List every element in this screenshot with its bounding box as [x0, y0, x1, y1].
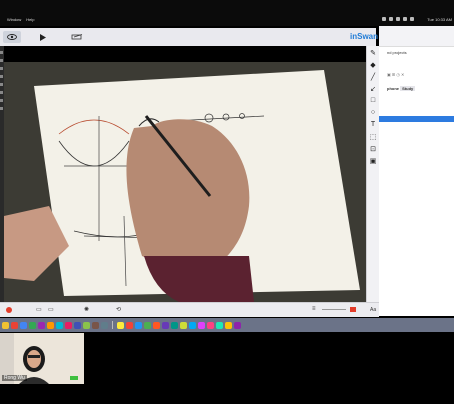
eye-icon[interactable]	[3, 31, 21, 43]
dock-app-icon[interactable]	[153, 321, 160, 329]
dock-app-icon[interactable]	[101, 321, 108, 329]
strip-icon[interactable]	[0, 91, 3, 94]
stamp-icon[interactable]: ⊡	[369, 144, 378, 153]
strip-icon[interactable]	[0, 67, 3, 70]
drawing-tools-palette: ✎ ◆ ╱ ↙ □ ○ T ⬚ ⊡ ▣	[366, 46, 379, 302]
select-icon[interactable]: ⬚	[369, 132, 378, 141]
strip-icon[interactable]	[0, 83, 3, 86]
arrow-icon[interactable]: ↙	[369, 84, 378, 93]
color-swatch[interactable]	[350, 307, 356, 312]
dock-app-icon[interactable]	[38, 321, 45, 329]
brand-logo: inSwan	[350, 32, 379, 41]
side-item-tag: Study	[400, 86, 416, 91]
strip-icon[interactable]	[0, 51, 3, 54]
status-icon[interactable]	[396, 17, 400, 21]
dock-app-icon[interactable]	[47, 321, 54, 329]
side-item-label: phone	[387, 86, 399, 91]
strip-icon[interactable]	[0, 59, 3, 62]
menubar-clock[interactable]: Tue 10:33 AM	[427, 17, 452, 22]
dock-app-icon[interactable]	[65, 321, 72, 329]
system-menubar: Window Help Tue 10:33 AM	[0, 0, 454, 26]
dock-app-icon[interactable]	[20, 321, 27, 329]
record-icon[interactable]	[6, 307, 12, 313]
status-icon[interactable]	[389, 17, 393, 21]
text-size-label[interactable]: Aa	[370, 307, 376, 313]
selection-bar	[379, 116, 454, 122]
rectangle-icon[interactable]: □	[369, 96, 378, 105]
menubar-menu-list: Window Help	[2, 17, 34, 22]
dock-app-icon[interactable]	[162, 321, 169, 329]
participant-name: Rong Wu	[2, 375, 27, 381]
dock-app-icon[interactable]	[144, 321, 151, 329]
dock-app-icon[interactable]	[216, 321, 223, 329]
signal-icon	[70, 376, 78, 380]
pen-icon[interactable]: ✎	[369, 48, 378, 57]
menubar-item-help[interactable]: Help	[26, 17, 34, 22]
status-icon[interactable]	[403, 17, 407, 21]
dock-separator	[112, 321, 113, 329]
dock-app-icon[interactable]	[29, 321, 36, 329]
dock-app-icon[interactable]	[117, 321, 124, 329]
side-window-heading: nd projects	[387, 50, 407, 55]
side-window-toolbar: ▣ ⊞ ◷ ✕	[387, 72, 405, 77]
dock-app-icon[interactable]	[92, 321, 99, 329]
text-icon[interactable]: T	[369, 120, 378, 129]
app-dock	[0, 318, 454, 332]
strip-icon[interactable]	[0, 99, 3, 102]
dock-app-icon[interactable]	[11, 321, 18, 329]
strip-icon[interactable]	[0, 107, 3, 110]
dock-app-icon[interactable]	[135, 321, 142, 329]
status-icon[interactable]	[410, 17, 414, 21]
dock-app-icon[interactable]	[189, 321, 196, 329]
dock-app-icon[interactable]	[198, 321, 205, 329]
play-icon[interactable]	[34, 31, 52, 43]
circle-icon[interactable]: ○	[369, 108, 378, 117]
dock-app-icon[interactable]	[83, 321, 90, 329]
color-icon[interactable]: ▣	[369, 156, 378, 165]
line-icon[interactable]: ╱	[369, 72, 378, 81]
menu-icon[interactable]: ≡	[312, 306, 316, 312]
dock-app-icon[interactable]	[207, 321, 214, 329]
dock-app-icon[interactable]	[126, 321, 133, 329]
eraser-icon[interactable]: ◆	[369, 60, 378, 69]
overlay-icon[interactable]: ▭	[48, 306, 54, 313]
status-icons	[382, 17, 414, 21]
dock-app-icon[interactable]	[234, 321, 241, 329]
rotate-icon[interactable]: ⟲	[116, 306, 121, 313]
video-canvas[interactable]	[4, 46, 366, 302]
dock-app-icon[interactable]	[225, 321, 232, 329]
menubar-item-window[interactable]: Window	[7, 17, 21, 22]
pencil-edit-icon[interactable]	[68, 31, 86, 43]
side-window: nd projects ▣ ⊞ ◷ ✕ phone Study	[379, 26, 454, 316]
brightness-icon[interactable]: ✺	[84, 306, 89, 313]
strip-icon[interactable]	[0, 75, 3, 78]
drawing-scene	[4, 46, 366, 302]
recording-controls: ▭ ▭ ✺ ⟲ ≡ Aa	[0, 302, 379, 317]
side-window-header	[379, 26, 454, 47]
zoom-slider[interactable]	[322, 309, 346, 310]
dock-app-icon[interactable]	[2, 321, 9, 329]
dock-app-icon[interactable]	[56, 321, 63, 329]
dock-app-icon[interactable]	[171, 321, 178, 329]
dock-app-icon[interactable]	[180, 321, 187, 329]
camera-icon[interactable]: ▭	[36, 306, 42, 313]
status-icon[interactable]	[382, 17, 386, 21]
app-toolbar: inSwan	[0, 28, 379, 47]
dock-app-icon[interactable]	[74, 321, 81, 329]
side-window-item[interactable]: phone Study	[387, 86, 416, 91]
meeting-bottom-bar	[0, 384, 454, 404]
